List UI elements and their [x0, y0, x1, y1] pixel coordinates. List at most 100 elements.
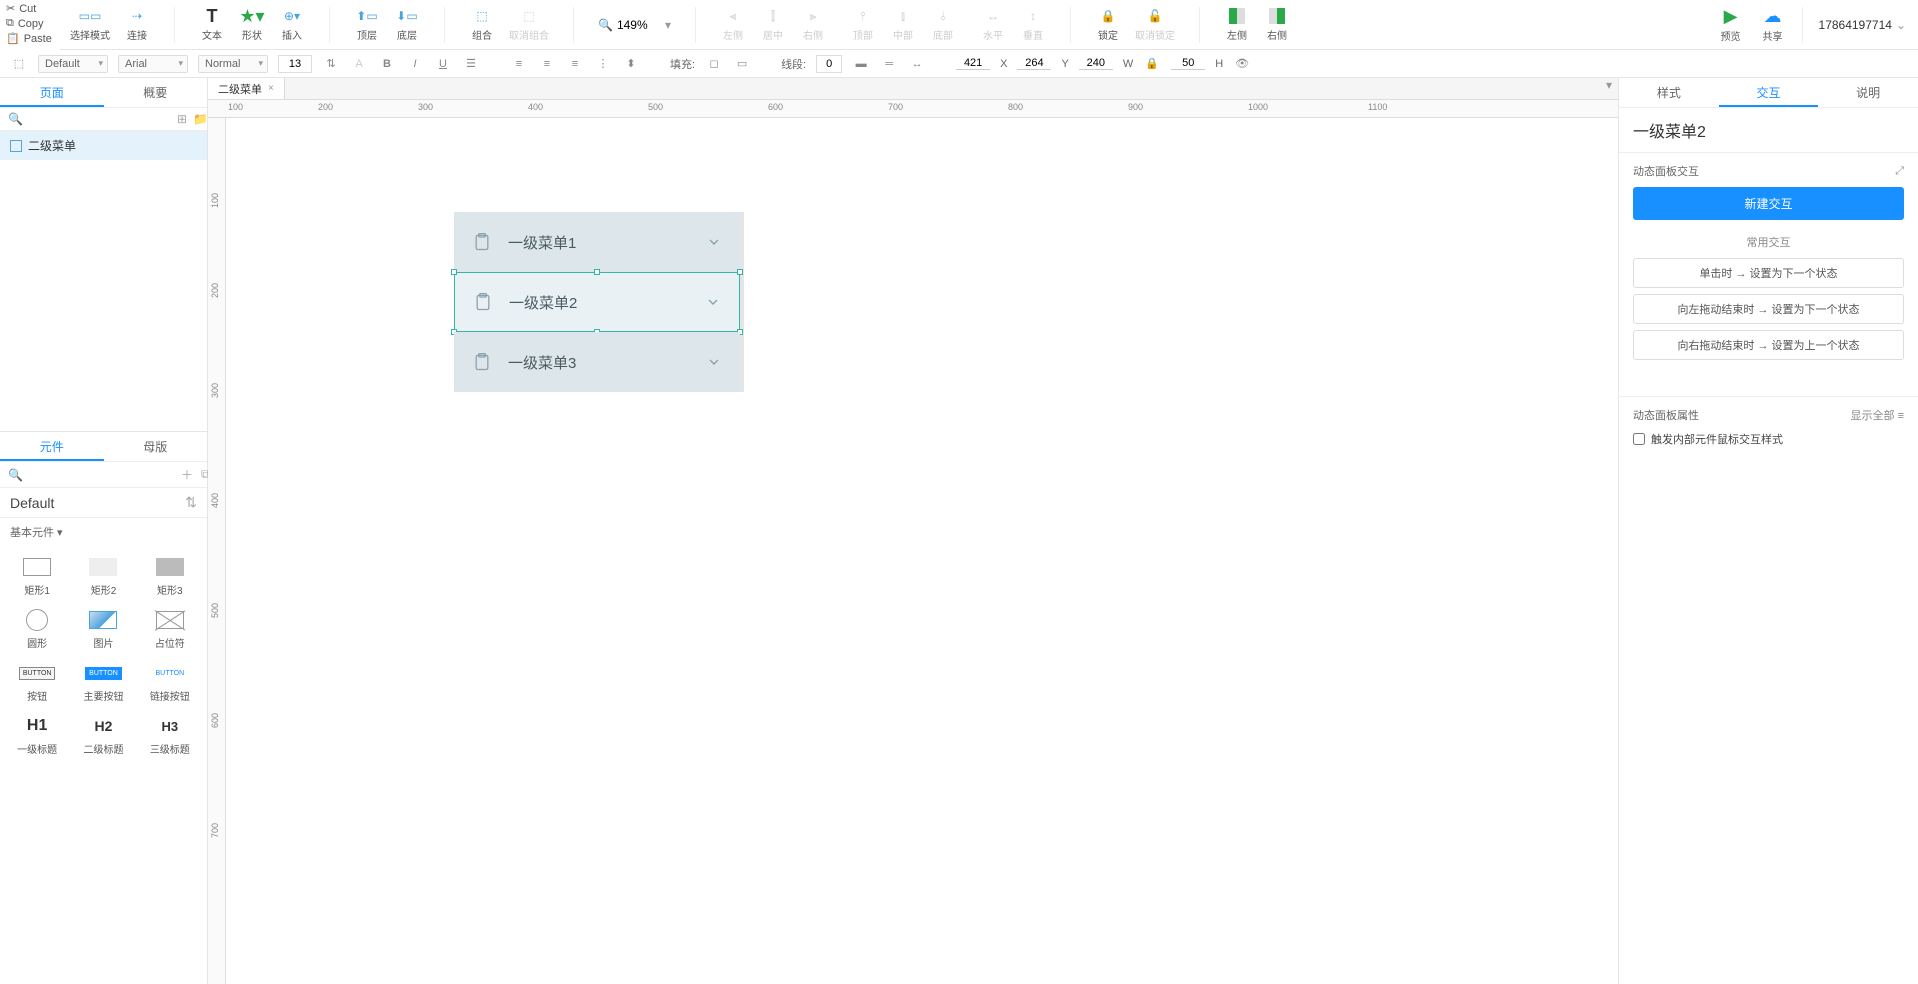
tabs-dropdown-icon[interactable]: ▾: [1600, 78, 1618, 99]
library-select[interactable]: Default⇅: [0, 488, 207, 518]
widget-link-button[interactable]: BUTTON链接按钮: [139, 658, 201, 707]
add-folder-icon[interactable]: 📁: [193, 112, 208, 126]
align-right-text-button[interactable]: ≡: [566, 55, 584, 73]
paste-button[interactable]: 📋Paste: [6, 32, 52, 45]
expand-icon[interactable]: ⤢: [1895, 165, 1904, 178]
widget-button[interactable]: BUTTON按钮: [6, 658, 68, 707]
align-bottom-button[interactable]: ⫰底部: [930, 7, 956, 42]
weight-select[interactable]: Normal: [198, 55, 268, 73]
ix-preset-swipe-right[interactable]: 向右拖动结束时 → 设置为上一个状态: [1633, 330, 1904, 360]
tab-outline[interactable]: 概要: [104, 78, 208, 107]
fill-color-button[interactable]: ◻: [705, 55, 723, 73]
chevron-down-icon: [705, 294, 721, 310]
y-input[interactable]: [1017, 57, 1051, 70]
dist-v-button[interactable]: ↕垂直: [1020, 7, 1046, 42]
h-input[interactable]: [1171, 57, 1205, 70]
page-item[interactable]: 二级菜单: [0, 131, 207, 160]
visibility-icon[interactable]: 👁: [1233, 55, 1251, 73]
user-menu[interactable]: 17864197714⌄: [1819, 18, 1906, 32]
canvas[interactable]: 一级菜单1 一级菜单2 一级菜单3: [226, 118, 1618, 984]
new-interaction-button[interactable]: 新建交互: [1633, 187, 1904, 220]
font-select[interactable]: Arial: [118, 55, 188, 73]
line-width-input[interactable]: [816, 55, 842, 73]
font-color-button[interactable]: A: [350, 55, 368, 73]
close-tab-icon[interactable]: ×: [268, 83, 274, 94]
right-panel-button[interactable]: 右侧: [1264, 7, 1290, 42]
arrow-button[interactable]: ↔: [908, 55, 926, 73]
align-center-button[interactable]: ⫿居中: [760, 7, 786, 42]
widget-rect1[interactable]: 矩形1: [6, 552, 68, 601]
align-left-button[interactable]: ⫷左侧: [720, 7, 746, 42]
align-top-button[interactable]: ⫯顶部: [850, 7, 876, 42]
show-all-link[interactable]: 显示全部 ≡: [1851, 407, 1904, 423]
line-color-button[interactable]: ▬: [852, 55, 870, 73]
clipboard-icon: [472, 232, 492, 252]
widget-rect3[interactable]: 矩形3: [139, 552, 201, 601]
cut-button[interactable]: ✂Cut: [6, 2, 52, 15]
trigger-inner-checkbox[interactable]: 触发内部元件鼠标交互样式: [1633, 431, 1904, 447]
bring-front-button[interactable]: ⬆▭顶层: [354, 7, 380, 42]
zoom-input[interactable]: [617, 18, 661, 32]
left-panel-button[interactable]: 左侧: [1224, 7, 1250, 42]
shape-button[interactable]: ★▾形状: [239, 7, 265, 42]
connect-button[interactable]: ⇢连接: [124, 7, 150, 42]
align-left-text-button[interactable]: ≡: [510, 55, 528, 73]
italic-button[interactable]: I: [406, 55, 424, 73]
bold-button[interactable]: B: [378, 55, 396, 73]
preview-button[interactable]: ▶预览: [1718, 8, 1744, 43]
insert-button[interactable]: ⊕▾插入: [279, 7, 305, 42]
document-tab[interactable]: 二级菜单 ×: [208, 78, 285, 99]
tab-interactions[interactable]: 交互: [1719, 78, 1819, 107]
underline-button[interactable]: U: [434, 55, 452, 73]
group-button[interactable]: ⬚组合: [469, 7, 495, 42]
widget-rect2[interactable]: 矩形2: [72, 552, 134, 601]
widget-category[interactable]: 基本元件 ▾: [0, 518, 207, 546]
font-size-stepper[interactable]: ⇅: [322, 55, 340, 73]
font-size-input[interactable]: [278, 55, 312, 73]
copy-button[interactable]: ⧉Copy: [6, 17, 52, 30]
lock-button[interactable]: 🔒锁定: [1095, 7, 1121, 42]
bullets-button[interactable]: ☰: [462, 55, 480, 73]
align-right-button[interactable]: ⫸右侧: [800, 7, 826, 42]
zoom-control[interactable]: 🔍 ▾: [598, 18, 671, 32]
w-input[interactable]: [1079, 57, 1113, 70]
tab-notes[interactable]: 说明: [1818, 78, 1918, 107]
preset-icon[interactable]: ⬚: [10, 55, 28, 73]
share-button[interactable]: ☁共享: [1760, 8, 1786, 43]
page-search-input[interactable]: [29, 113, 171, 125]
widget-image[interactable]: 图片: [72, 605, 134, 654]
widget-placeholder[interactable]: 占位符: [139, 605, 201, 654]
add-page-icon[interactable]: ⊞: [177, 112, 187, 126]
lock-aspect-icon[interactable]: 🔒: [1143, 55, 1161, 73]
widget-h3[interactable]: H3三级标题: [139, 711, 201, 760]
tab-pages[interactable]: 页面: [0, 78, 104, 107]
canvas-menu-item-1[interactable]: 一级菜单1: [454, 212, 740, 272]
align-center-text-button[interactable]: ≡: [538, 55, 556, 73]
canvas-menu-item-2[interactable]: 一级菜单2: [454, 272, 740, 332]
tab-style[interactable]: 样式: [1619, 78, 1719, 107]
widget-circle[interactable]: 圆形: [6, 605, 68, 654]
dist-h-button[interactable]: ↔水平: [980, 7, 1006, 42]
ix-preset-click[interactable]: 单击时 → 设置为下一个状态: [1633, 258, 1904, 288]
align-middle-button[interactable]: ⫾中部: [890, 7, 916, 42]
select-mode-button[interactable]: ▭▭选择模式: [70, 7, 110, 42]
ix-preset-swipe-left[interactable]: 向左拖动结束时 → 设置为下一个状态: [1633, 294, 1904, 324]
tab-masters[interactable]: 母版: [104, 432, 208, 461]
fill-more-button[interactable]: ▭: [733, 55, 751, 73]
tab-widgets[interactable]: 元件: [0, 432, 104, 461]
line-height-button[interactable]: ⬍: [622, 55, 640, 73]
style-preset-select[interactable]: Default: [38, 55, 108, 73]
widget-primary-button[interactable]: BUTTON主要按钮: [72, 658, 134, 707]
valign-button[interactable]: ⋮: [594, 55, 612, 73]
widget-search-input[interactable]: [31, 469, 173, 481]
unlock-button[interactable]: 🔓取消锁定: [1135, 7, 1175, 42]
ungroup-button[interactable]: ⬚取消组合: [509, 7, 549, 42]
send-back-button[interactable]: ⬇▭底层: [394, 7, 420, 42]
line-style-button[interactable]: ═: [880, 55, 898, 73]
x-input[interactable]: [956, 57, 990, 70]
widget-h1[interactable]: H1一级标题: [6, 711, 68, 760]
canvas-menu-item-3[interactable]: 一级菜单3: [454, 332, 740, 392]
widget-h2[interactable]: H2二级标题: [72, 711, 134, 760]
add-lib-icon[interactable]: ＋: [181, 466, 193, 483]
text-button[interactable]: T文本: [199, 7, 225, 42]
